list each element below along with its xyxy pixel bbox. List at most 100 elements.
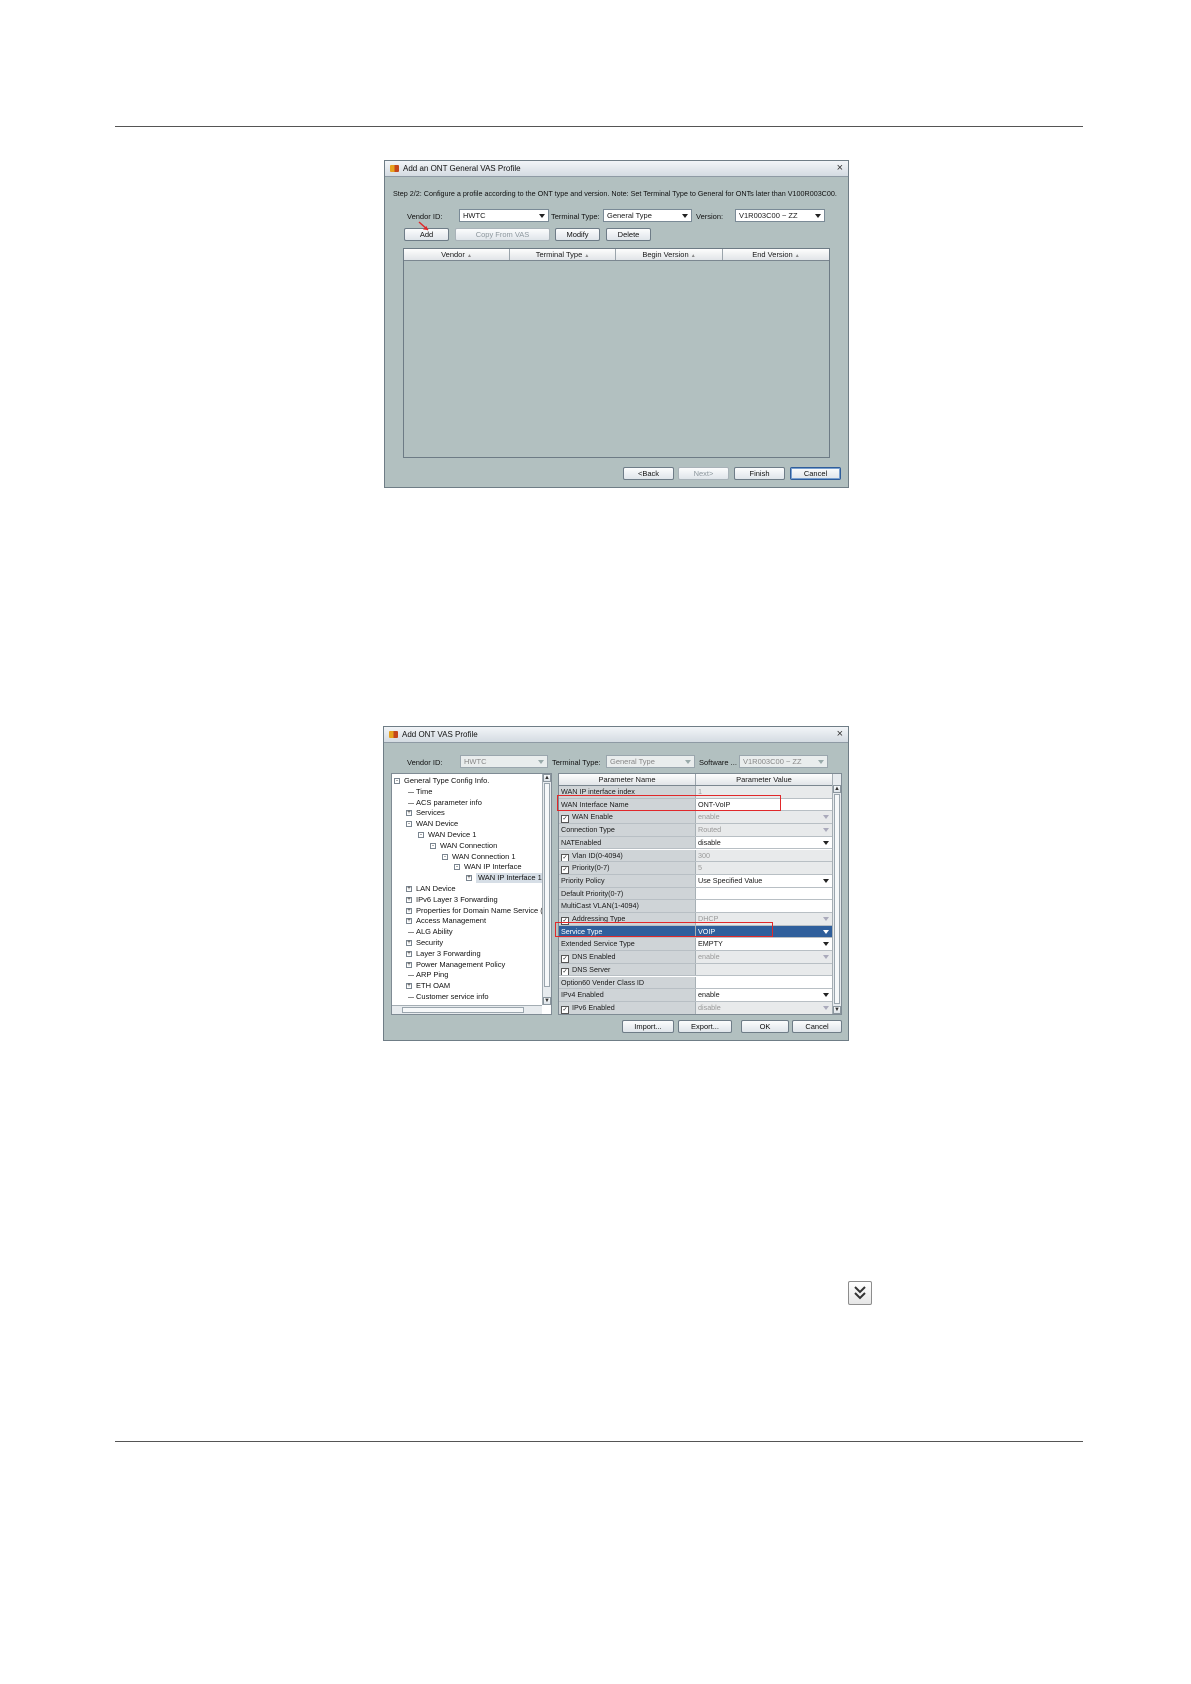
parameter-value-cell[interactable] — [696, 887, 832, 900]
parameter-row[interactable]: ✓ Vlan ID(0-4094) 300 — [559, 849, 832, 863]
checkbox-checked-icon[interactable]: ✓ — [561, 1005, 569, 1014]
scroll-thumb[interactable] — [544, 783, 550, 987]
tree-node[interactable]: Services — [416, 808, 445, 818]
parameter-value-cell[interactable]: 5 — [696, 862, 832, 874]
dropdown-arrow-icon[interactable] — [823, 917, 829, 921]
collapse-icon[interactable]: - — [418, 832, 424, 838]
column-begin-version[interactable]: Begin Version ▲ — [616, 249, 723, 260]
dropdown-arrow-icon[interactable] — [823, 942, 829, 947]
software-select[interactable]: V1R003C00 ~ ZZ — [739, 755, 828, 768]
cancel-button[interactable]: Cancel — [790, 467, 841, 480]
parameter-row[interactable]: ✓ Priority(0-7) 5 — [559, 862, 832, 875]
scroll-thumb[interactable] — [834, 794, 840, 1004]
tree-node[interactable]: Power Management Policy — [416, 960, 505, 970]
parameter-value-cell[interactable]: disable — [696, 1001, 832, 1014]
dropdown-arrow-icon[interactable] — [823, 1005, 829, 1010]
tree-node[interactable]: Time — [416, 787, 432, 797]
collapse-icon[interactable]: - — [454, 864, 460, 871]
expand-icon[interactable]: + — [406, 886, 412, 892]
tree-node[interactable]: General Type Config Info. — [404, 776, 489, 786]
collapse-icon[interactable]: - — [394, 778, 400, 784]
tree-node[interactable]: ALG Ability — [416, 927, 453, 937]
column-vendor[interactable]: Vendor ▲ — [404, 249, 510, 260]
tree-node[interactable]: Layer 3 Forwarding — [416, 949, 481, 959]
tree-node[interactable]: ETH OAM — [416, 981, 450, 991]
back-button[interactable]: <Back — [623, 467, 674, 480]
parameter-value-cell[interactable] — [696, 900, 832, 912]
expand-icon[interactable]: + — [466, 875, 472, 882]
terminal-type-select[interactable]: General Type — [606, 755, 695, 768]
tree-node[interactable]: WAN IP Interface 1 — [476, 873, 544, 884]
scroll-up-icon[interactable]: ▲ — [833, 785, 841, 793]
version-select[interactable]: V1R003C00 ~ ZZ — [735, 209, 825, 222]
column-parameter-name[interactable]: Parameter Name — [559, 774, 696, 785]
checkbox-checked-icon[interactable]: ✓ — [561, 853, 569, 862]
tree-vertical-scrollbar[interactable]: ▲ ▼ — [542, 774, 551, 1005]
ok-button[interactable]: OK — [741, 1020, 789, 1033]
expand-icon[interactable]: + — [406, 907, 412, 914]
next-button[interactable]: Next> — [678, 467, 729, 480]
copy-from-vas-button[interactable]: Copy From VAS — [455, 228, 550, 241]
parameter-value-cell[interactable]: Routed — [696, 824, 832, 836]
dropdown-arrow-icon[interactable] — [823, 878, 829, 883]
scroll-down-icon[interactable]: ▼ — [833, 1006, 841, 1014]
tree-node[interactable]: Properties for Domain Name Service ( — [416, 906, 543, 916]
collapse-icon[interactable]: - — [406, 821, 412, 828]
tree-node[interactable]: Customer service info — [416, 992, 489, 1002]
import-button[interactable]: Import... — [622, 1020, 674, 1033]
collapse-icon[interactable]: - — [442, 853, 448, 860]
dropdown-arrow-icon[interactable] — [823, 993, 829, 998]
delete-button[interactable]: Delete — [606, 228, 651, 241]
tree-node[interactable]: Access Management — [416, 916, 486, 926]
parameter-vertical-scrollbar[interactable]: ▲ ▼ — [832, 774, 841, 1014]
config-tree[interactable]: - General Type Config Info. Time ACS parame… — [391, 773, 552, 1015]
modify-button[interactable]: Modify — [555, 228, 600, 241]
parameter-row[interactable]: Extended Service Type EMPTY — [559, 938, 832, 952]
checkbox-checked-icon[interactable]: ✓ — [561, 967, 569, 976]
parameter-row[interactable]: ✓ IPv6 Enabled disable — [559, 1001, 832, 1014]
parameter-row[interactable]: Connection Type Routed — [559, 824, 832, 837]
scroll-up-icon[interactable]: ▲ — [543, 774, 551, 782]
double-chevron-down-icon[interactable] — [848, 1281, 872, 1305]
tree-node[interactable]: WAN Connection — [440, 841, 497, 851]
dropdown-arrow-icon[interactable] — [823, 828, 829, 833]
parameter-row[interactable]: Priority Policy Use Specified Value — [559, 874, 832, 888]
dropdown-arrow-icon[interactable] — [823, 929, 829, 934]
column-terminal-type[interactable]: Terminal Type ▲ — [510, 249, 616, 260]
tree-node[interactable]: ACS parameter info — [416, 798, 482, 808]
parameter-value-cell[interactable]: EMPTY — [696, 938, 832, 951]
dropdown-arrow-icon[interactable] — [823, 815, 829, 820]
collapse-icon[interactable]: - — [430, 842, 436, 849]
parameter-value-cell[interactable]: enable — [696, 951, 832, 963]
parameter-row[interactable]: NATEnabled disable — [559, 836, 832, 850]
parameter-row[interactable]: ✓ DNS Enabled enable — [559, 951, 832, 964]
parameter-value-cell[interactable]: Use Specified Value — [696, 874, 832, 887]
checkbox-checked-icon[interactable]: ✓ — [561, 866, 569, 874]
export-button[interactable]: Export... — [678, 1020, 732, 1033]
parameter-row[interactable]: Default Priority(0-7) — [559, 887, 832, 901]
close-icon[interactable]: × — [837, 162, 843, 174]
scroll-thumb[interactable] — [402, 1007, 524, 1013]
tree-node[interactable]: IPv6 Layer 3 Forwarding — [416, 895, 498, 905]
tree-node[interactable]: WAN Device 1 — [428, 830, 476, 840]
dropdown-arrow-icon[interactable] — [823, 955, 829, 960]
column-end-version[interactable]: End Version ▲ — [723, 249, 829, 260]
expand-icon[interactable]: + — [406, 810, 412, 817]
cancel-button[interactable]: Cancel — [792, 1020, 842, 1033]
tree-node[interactable]: WAN Connection 1 — [452, 852, 516, 862]
tree-horizontal-scrollbar[interactable] — [392, 1005, 542, 1014]
finish-button[interactable]: Finish — [734, 467, 785, 480]
expand-icon[interactable]: + — [406, 961, 412, 968]
scroll-down-icon[interactable]: ▼ — [543, 997, 551, 1005]
parameter-value-cell[interactable]: enable — [696, 989, 832, 1001]
tree-node[interactable]: WAN Device — [416, 819, 458, 829]
column-parameter-value[interactable]: Parameter Value — [696, 774, 832, 785]
tree-node[interactable]: Security — [416, 938, 443, 948]
parameter-value-cell[interactable]: 300 — [696, 849, 832, 862]
parameter-row[interactable]: ✓ DNS Server — [559, 963, 832, 977]
checkbox-checked-icon[interactable]: ✓ — [561, 955, 569, 963]
checkbox-checked-icon[interactable]: ✓ — [561, 815, 569, 824]
vendor-id-select[interactable]: HWTC — [460, 755, 548, 768]
expand-icon[interactable]: + — [406, 896, 412, 903]
vendor-id-select[interactable]: HWTC — [459, 209, 549, 222]
